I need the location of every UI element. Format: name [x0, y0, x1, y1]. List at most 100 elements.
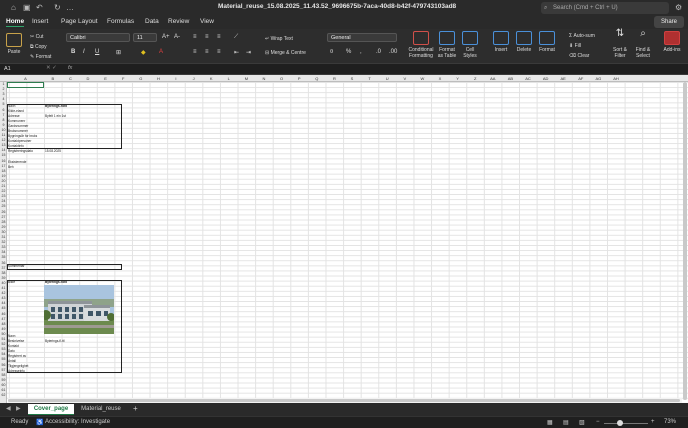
zoom-level[interactable]: 73% [664, 419, 676, 425]
format-painter-button[interactable]: ✎ Format [30, 54, 51, 60]
cell-label[interactable]: Adresseinfo [7, 369, 25, 374]
home-icon[interactable]: ⌂ [11, 3, 16, 13]
worksheet-grid[interactable]: A B C D E F G H I J K L M N O P Q R S T U V W X Y Z AA AB AC AD AE AF AG… [0, 75, 688, 403]
column-header[interactable]: L [220, 75, 238, 82]
font-color-icon[interactable]: A [159, 49, 163, 55]
auto-sum-button[interactable]: Σ Auto-sum [569, 33, 595, 39]
normal-view-icon[interactable]: ▦ [547, 419, 553, 426]
prev-sheet-icon[interactable]: ◀ [6, 405, 11, 412]
column-header[interactable]: F [114, 75, 132, 82]
merge-centre-button[interactable]: ⊟ Merge & Centre [265, 50, 306, 56]
column-header[interactable]: U [378, 75, 396, 82]
cell-label[interactable]: Kommentar [7, 264, 24, 269]
column-header[interactable]: E [97, 75, 115, 82]
tab-view[interactable]: View [200, 18, 214, 25]
clear-button[interactable]: ⌫ Clear [569, 53, 589, 59]
fill-color-icon[interactable]: ◆ [141, 49, 146, 56]
column-header[interactable]: R [326, 75, 344, 82]
column-header[interactable]: G [132, 75, 150, 82]
cell-value[interactable]: Byfelt 1 ein 1st [44, 114, 66, 119]
add-ins-button[interactable]: Add-ins [660, 31, 684, 53]
column-header[interactable]: H [150, 75, 168, 82]
cell-styles-button[interactable]: Cell Styles [459, 31, 481, 59]
currency-icon[interactable]: ¤ [330, 49, 333, 55]
align-center-icon[interactable]: ≡ [205, 49, 209, 55]
borders-icon[interactable]: ⊞ [116, 49, 121, 56]
name-box[interactable]: A1 [4, 65, 38, 74]
align-bottom-icon[interactable]: ≡ [217, 34, 221, 40]
fx-icon[interactable]: fx [68, 65, 72, 71]
accessibility-icon[interactable]: ♿ [36, 419, 43, 426]
font-family-select[interactable]: Calibri [66, 33, 130, 42]
decrease-decimal-icon[interactable]: .00 [389, 49, 397, 55]
column-header[interactable]: AF [572, 75, 590, 82]
bold-button[interactable]: B [71, 49, 75, 55]
copy-button[interactable]: ⧉ Copy [30, 44, 47, 50]
tab-review[interactable]: Review [168, 18, 189, 25]
paste-button[interactable]: Paste [4, 33, 24, 55]
comma-icon[interactable]: , [360, 49, 362, 55]
align-middle-icon[interactable]: ≡ [205, 34, 209, 40]
column-header[interactable]: Y [449, 75, 467, 82]
column-header[interactable]: Q [308, 75, 326, 82]
settings-icon[interactable]: ⚙ [675, 3, 682, 13]
fill-button[interactable]: ⬇ Fill [569, 43, 581, 49]
building-photo[interactable] [44, 285, 114, 334]
column-header[interactable]: AC [519, 75, 537, 82]
column-header[interactable]: AD [537, 75, 555, 82]
share-button[interactable]: Share [654, 16, 684, 28]
cell-label[interactable]: Beh [7, 165, 14, 170]
accessibility-status[interactable]: Accessibility: Investigate [45, 419, 110, 425]
zoom-out-button[interactable]: − [596, 419, 600, 425]
vertical-scroll-thumb[interactable] [683, 82, 687, 400]
tab-home[interactable]: Home [6, 18, 25, 27]
sort-filter-button[interactable]: ⇅ Sort & Filter [608, 29, 632, 60]
increase-indent-icon[interactable]: ⇥ [246, 49, 251, 56]
conditional-formatting-button[interactable]: Conditional Formatting [406, 31, 436, 59]
page-layout-view-icon[interactable]: ▤ [563, 419, 569, 426]
column-header[interactable]: AB [502, 75, 520, 82]
sheet-tab-material-reuse[interactable]: Material_reuse [76, 404, 126, 415]
column-header[interactable]: S [343, 75, 361, 82]
redo-icon[interactable]: ↻ [54, 3, 61, 13]
decrease-indent-icon[interactable]: ⇤ [234, 49, 239, 56]
column-header[interactable]: AG [590, 75, 608, 82]
cell-value[interactable]: Byterings-fl-ttl [44, 339, 64, 344]
sheet-tab-cover-page[interactable]: Cover_page [28, 404, 74, 415]
column-header[interactable]: A [7, 75, 44, 82]
column-header[interactable]: I [167, 75, 185, 82]
align-left-icon[interactable]: ≡ [193, 49, 197, 55]
zoom-in-button[interactable]: + [651, 419, 655, 425]
underline-button[interactable]: U [95, 49, 99, 55]
column-header[interactable]: V [396, 75, 414, 82]
cut-button[interactable]: ✂ Cut [30, 34, 43, 40]
delete-cells-button[interactable]: Delete [513, 31, 535, 53]
tab-page-layout[interactable]: Page Layout [61, 18, 98, 25]
undo-icon[interactable]: ↶ [36, 3, 43, 13]
cell-label[interactable]: Bilde [7, 280, 15, 285]
add-sheet-button[interactable]: + [133, 404, 138, 413]
column-header[interactable]: AA [484, 75, 502, 82]
cell-value[interactable]: 15.08.2025 [44, 149, 61, 154]
column-header[interactable]: N [255, 75, 273, 82]
column-header[interactable]: B [44, 75, 62, 82]
more-icon[interactable]: … [66, 3, 74, 13]
align-top-icon[interactable]: ≡ [193, 34, 197, 40]
column-header[interactable]: W [414, 75, 432, 82]
column-header[interactable]: J [185, 75, 203, 82]
selected-cell-a1[interactable] [7, 82, 44, 88]
tab-formulas[interactable]: Formulas [107, 18, 134, 25]
page-break-view-icon[interactable]: ▧ [579, 419, 585, 426]
column-header[interactable]: T [361, 75, 379, 82]
next-sheet-icon[interactable]: ▶ [16, 405, 21, 412]
tab-data[interactable]: Data [145, 18, 159, 25]
cell-label[interactable]: Registreringsdato [7, 149, 33, 154]
zoom-slider[interactable] [604, 423, 648, 424]
font-size-select[interactable]: 11 [133, 33, 157, 42]
decrease-font-icon[interactable]: A- [174, 34, 180, 40]
format-cells-button[interactable]: Format [536, 31, 558, 53]
number-format-select[interactable]: General [327, 33, 397, 42]
format-as-table-button[interactable]: Format as Table [436, 31, 458, 59]
column-header[interactable]: AH [607, 75, 625, 82]
insert-cells-button[interactable]: Insert [490, 31, 512, 53]
